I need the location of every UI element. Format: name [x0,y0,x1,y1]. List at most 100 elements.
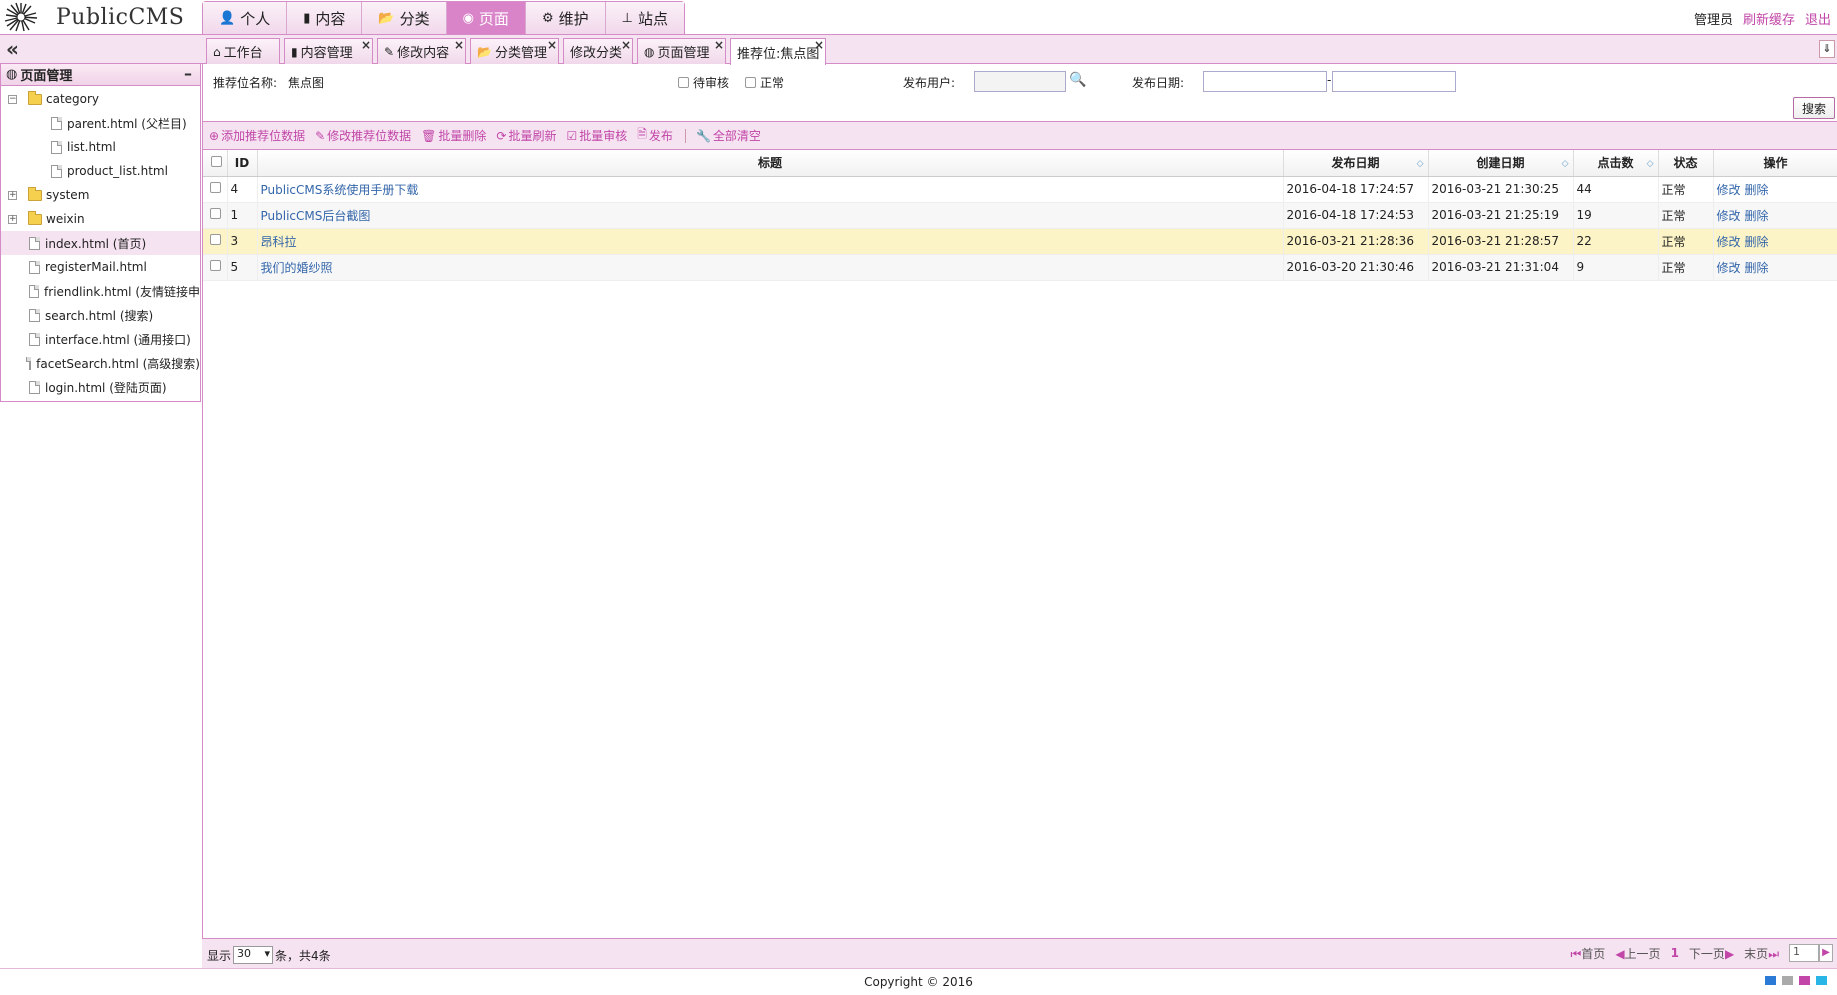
publish-button[interactable]: 🗎 发布 [637,125,673,146]
delete-link[interactable]: 删除 [1745,183,1769,197]
tree-file[interactable]: friendlink.html (友情链接申 [1,279,200,303]
close-icon[interactable]: × [714,38,724,52]
page-number-input[interactable]: 1 [1789,944,1819,962]
tab-edit-category[interactable]: 修改分类 × [563,38,633,64]
cell-title-link[interactable]: PublicCMS后台截图 [261,209,371,223]
delete-link[interactable]: 删除 [1745,235,1769,249]
sort-icon[interactable]: ◇ [1417,159,1424,169]
add-data-button[interactable]: ⊕ 添加推荐位数据 [209,127,305,144]
delete-link[interactable]: 删除 [1745,261,1769,275]
edit-link[interactable]: 修改 [1717,209,1741,223]
button-label: 批量审核 [579,129,628,143]
normal-checkbox[interactable]: 正常 [745,74,784,91]
collapse-panel-icon[interactable]: – [184,64,192,83]
tab-category-management[interactable]: 📂 分类管理 × [470,38,559,64]
theme-swatch-blue[interactable] [1765,976,1776,985]
delete-link[interactable]: 删除 [1745,209,1769,223]
go-page-icon[interactable]: ▶ [1819,944,1833,962]
close-icon[interactable]: × [454,38,464,52]
tree-collapse-toggle-icon[interactable]: − [8,94,17,104]
cell-title-link[interactable]: 昂科拉 [261,235,297,249]
tree-expand-toggle-icon[interactable]: + [8,214,17,224]
tab-page-management[interactable]: ◍ 页面管理 × [637,38,726,64]
logout-link[interactable]: 退出 [1805,9,1831,28]
column-header-clicks[interactable]: 点击数 ◇ [1573,150,1659,177]
close-icon[interactable]: × [361,38,371,52]
tab-recommend-position[interactable]: 推荐位:焦点图 × [730,38,826,65]
topnav-label: 页面 [478,9,509,28]
edit-link[interactable]: 修改 [1717,261,1741,275]
checkbox-box[interactable] [745,77,756,88]
row-checkbox[interactable] [210,234,221,245]
batch-check-button[interactable]: ☑ 批量审核 [566,127,627,144]
topnav-personal[interactable]: 👤 个人 [203,2,288,34]
table-row[interactable]: 4 PublicCMS系统使用手册下载 2016-04-18 17:24:57 … [203,176,1837,203]
pending-checkbox[interactable]: 待审核 [678,74,729,91]
close-icon[interactable]: × [547,38,557,52]
topnav-category[interactable]: 📂 分类 [362,2,447,34]
tree-file[interactable]: product_list.html [1,159,200,183]
theme-swatch-grey[interactable] [1782,976,1793,985]
column-header-create-date[interactable]: 创建日期 ◇ [1428,150,1574,177]
row-checkbox[interactable] [210,208,221,219]
tab-list-dropdown-icon[interactable]: ⇓ [1819,40,1835,58]
logo[interactable]: PublicCMS [4,2,184,32]
search-user-icon[interactable]: 🔍 [1069,72,1086,88]
tree-file[interactable]: login.html (登陆页面) [1,375,200,399]
tree-file[interactable]: list.html [1,135,200,159]
prev-page-link[interactable]: ◀上一页 [1615,945,1660,962]
tree-file[interactable]: parent.html (父栏目) [1,111,200,135]
tree-folder-category[interactable]: − category [1,87,200,111]
edit-link[interactable]: 修改 [1717,183,1741,197]
tree-folder-weixin[interactable]: + weixin [1,207,200,231]
search-button[interactable]: 搜索 [1793,97,1835,119]
theme-swatch-cyan[interactable] [1816,976,1827,985]
batch-delete-button[interactable]: 🗑 批量删除 [421,127,486,144]
topnav-content[interactable]: ▮ 内容 [287,2,363,34]
checkbox-box[interactable] [678,77,689,88]
table-row[interactable]: 5 我们的婚纱照 2016-03-20 21:30:46 2016-03-21 … [203,254,1837,281]
edit-data-button[interactable]: ✎ 修改推荐位数据 [315,127,411,144]
start-date-input[interactable] [1203,71,1327,92]
column-header-publish-date[interactable]: 发布日期 ◇ [1283,150,1429,177]
row-checkbox[interactable] [210,260,221,271]
table-row[interactable]: 3 昂科拉 2016-03-21 21:28:36 2016-03-21 21:… [203,228,1837,255]
close-icon[interactable]: × [621,38,631,52]
collapse-sidebar-icon[interactable]: « [6,37,19,61]
select-all-checkbox[interactable] [211,155,223,167]
sort-icon[interactable]: ◇ [1562,159,1569,169]
theme-swatch-purple[interactable] [1799,976,1810,985]
table-row[interactable]: 1 PublicCMS后台截图 2016-04-18 17:24:53 2016… [203,202,1837,229]
tree-file[interactable]: search.html (搜索) [1,303,200,327]
publish-user-input[interactable] [974,71,1066,92]
topnav-site[interactable]: ⊥ 站点 [605,2,684,34]
edit-link[interactable]: 修改 [1717,235,1741,249]
tree-file[interactable]: interface.html (通用接口) [1,327,200,351]
tree-file[interactable]: index.html (首页) [1,231,200,255]
book-icon: ▮ [291,44,298,59]
row-checkbox[interactable] [210,182,221,193]
tree-folder-system[interactable]: + system [1,183,200,207]
tree-file[interactable]: registerMail.html [1,255,200,279]
home-icon: ⌂ [213,44,221,59]
tab-content-management[interactable]: ▮ 内容管理 × [284,38,373,64]
cell-title-link[interactable]: 我们的婚纱照 [261,261,333,275]
cell-title-link[interactable]: PublicCMS系统使用手册下载 [261,183,419,197]
refresh-cache-link[interactable]: 刷新缓存 [1743,9,1795,28]
end-date-input[interactable] [1332,71,1456,92]
first-page-link[interactable]: ⏮首页 [1570,945,1605,962]
prev-page-icon: ◀ [1615,946,1625,961]
tree-file[interactable]: facetSearch.html (高级搜索) [1,351,200,375]
tab-edit-content[interactable]: ✎ 修改内容 × [377,38,466,64]
tab-workbench[interactable]: ⌂ 工作台 [206,38,280,64]
batch-refresh-button[interactable]: ⟳ 批量刷新 [496,127,556,144]
clear-all-button[interactable]: 🔧 全部清空 [696,127,761,144]
tree-expand-toggle-icon[interactable]: + [8,190,17,200]
page-size-select[interactable]: 30 [233,946,274,964]
topnav-maintenance[interactable]: ⚙ 维护 [525,2,606,34]
close-icon[interactable]: × [814,38,824,52]
sort-icon[interactable]: ◇ [1647,159,1654,169]
last-page-link[interactable]: 末页⏭ [1744,945,1779,962]
next-page-link[interactable]: 下一页▶ [1689,945,1734,962]
topnav-page[interactable]: ◉ 页面 [446,2,526,34]
